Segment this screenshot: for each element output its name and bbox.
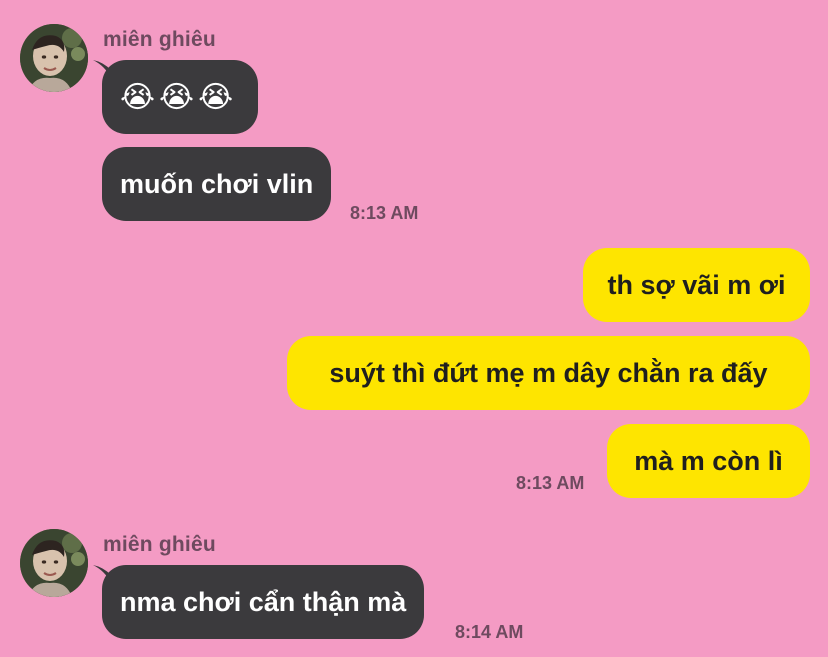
message-timestamp: 8:14 AM — [455, 622, 524, 642]
sender-avatar[interactable] — [20, 24, 88, 92]
outgoing-message[interactable]: th sợ vãi m ơi — [583, 248, 810, 322]
incoming-message[interactable]: muốn chơi vlin — [102, 147, 332, 221]
incoming-message[interactable]: 😭😭😭 — [102, 60, 258, 134]
message-text: nma chơi cẩn thận mà — [120, 586, 407, 617]
incoming-message[interactable]: nma chơi cẩn thận mà — [102, 565, 425, 639]
message-text: suýt thì đứt mẹ m dây chằn ra đấy — [329, 357, 768, 388]
sender-avatar[interactable] — [20, 529, 88, 597]
message-text: 😭😭😭 — [120, 80, 238, 114]
message-text: th sợ vãi m ơi — [607, 269, 786, 300]
message-timestamp: 8:13 AM — [516, 473, 585, 493]
sender-name: miên ghiêu — [103, 533, 216, 556]
message-timestamp: 8:13 AM — [350, 203, 419, 223]
outgoing-message[interactable]: mà m còn lì — [607, 424, 810, 498]
sender-name: miên ghiêu — [103, 28, 216, 51]
outgoing-message[interactable]: suýt thì đứt mẹ m dây chằn ra đấy — [287, 336, 810, 410]
message-text: mà m còn lì — [634, 445, 783, 476]
message-text: muốn chơi vlin — [120, 168, 314, 199]
